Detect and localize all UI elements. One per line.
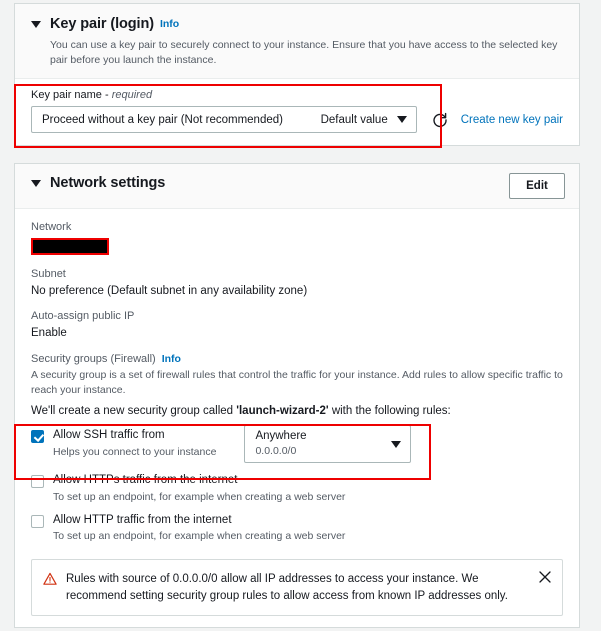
allow-https-checkbox[interactable] [31, 475, 44, 489]
allow-http-subtitle: To set up an endpoint, for example when … [53, 530, 346, 543]
network-settings-title: Network settings [50, 175, 166, 191]
key-pair-name-select[interactable]: Proceed without a key pair (Not recommen… [31, 106, 417, 133]
launch-instance-form: Key pair (login) Info You can use a key … [0, 0, 601, 631]
allow-http-title: Allow HTTP traffic from the internet [53, 514, 232, 527]
key-pair-selected-value: Proceed without a key pair (Not recommen… [42, 113, 283, 126]
network-settings-header: Network settings Edit [15, 164, 579, 209]
auto-assign-public-ip-label: Auto-assign public IP [31, 310, 135, 322]
key-pair-control-row: Proceed without a key pair (Not recommen… [31, 106, 563, 133]
close-icon[interactable] [538, 570, 552, 584]
rule-row-https: Allow HTTPs traffic from the internet To… [31, 474, 563, 503]
security-groups-label-text: Security groups (Firewall) [31, 353, 156, 365]
key-pair-body: Key pair name - required Proceed without… [15, 79, 579, 145]
refresh-icon[interactable] [431, 111, 449, 129]
subnet-value: No preference (Default subnet in any ava… [31, 285, 308, 297]
allow-https-text: Allow HTTPs traffic from the internet To… [53, 474, 345, 503]
auto-assign-public-ip-value: Enable [31, 327, 67, 339]
warning-triangle-icon [43, 572, 57, 586]
security-groups-info-link[interactable]: Info [162, 353, 181, 365]
open-cidr-warning-text: Rules with source of 0.0.0.0/0 allow all… [66, 573, 508, 602]
rule-row-http: Allow HTTP traffic from the internet To … [31, 514, 563, 543]
sg-note-name: 'launch-wizard-2' [236, 405, 329, 418]
ssh-source-value-stack: Anywhere 0.0.0.0/0 [255, 430, 306, 458]
ssh-source-select[interactable]: Anywhere 0.0.0.0/0 [244, 425, 412, 464]
allow-https-title: Allow HTTPs traffic from the internet [53, 474, 238, 487]
create-new-key-pair-link[interactable]: Create new key pair [461, 114, 563, 126]
security-group-create-note: We'll create a new security group called… [31, 405, 563, 417]
security-groups-description: A security group is a set of firewall ru… [31, 369, 563, 397]
network-settings-panel: Network settings Edit Network Subnet No … [14, 163, 580, 628]
key-pair-description: You can use a key pair to securely conne… [50, 39, 558, 67]
chevron-down-icon [396, 116, 407, 123]
sg-note-suffix: with the following rules: [328, 405, 451, 418]
key-pair-info-link[interactable]: Info [160, 18, 179, 30]
key-pair-name-label: Key pair name - required [31, 89, 563, 101]
network-value-redacted [31, 238, 109, 255]
chevron-down-icon[interactable] [31, 179, 41, 187]
key-pair-header: Key pair (login) Info You can use a key … [15, 4, 579, 79]
ssh-source-value: Anywhere [255, 430, 307, 443]
allow-ssh-title: Allow SSH traffic from [53, 429, 165, 442]
allow-ssh-subtitle: Helps you connect to your instance [53, 445, 217, 458]
allow-https-subtitle: To set up an endpoint, for example when … [53, 490, 346, 503]
ssh-source-cidr: 0.0.0.0/0 [255, 445, 297, 458]
key-pair-name-label-text: Key pair name - [31, 89, 112, 101]
edit-button[interactable]: Edit [509, 173, 565, 199]
network-label: Network [31, 221, 72, 233]
chevron-down-icon [391, 440, 402, 448]
subnet-label: Subnet [31, 268, 66, 280]
rule-row-ssh: Allow SSH traffic from Helps you connect… [31, 425, 563, 464]
chevron-down-icon[interactable] [31, 20, 41, 28]
sg-note-prefix: We'll create a new security group called [31, 405, 237, 418]
network-settings-body: Network Subnet No preference (Default su… [15, 209, 579, 628]
key-pair-panel: Key pair (login) Info You can use a key … [14, 3, 580, 146]
key-pair-required-text: required [111, 89, 153, 101]
open-cidr-warning-alert: Rules with source of 0.0.0.0/0 allow all… [31, 559, 563, 617]
allow-ssh-checkbox[interactable] [31, 430, 44, 444]
key-pair-default-value-hint: Default value [320, 113, 388, 126]
security-groups-label: Security groups (Firewall) Info [31, 353, 563, 365]
key-pair-title: Key pair (login) [50, 16, 154, 32]
allow-ssh-text: Allow SSH traffic from Helps you connect… [53, 429, 216, 458]
allow-http-checkbox[interactable] [31, 515, 44, 529]
allow-http-text: Allow HTTP traffic from the internet To … [53, 514, 345, 543]
